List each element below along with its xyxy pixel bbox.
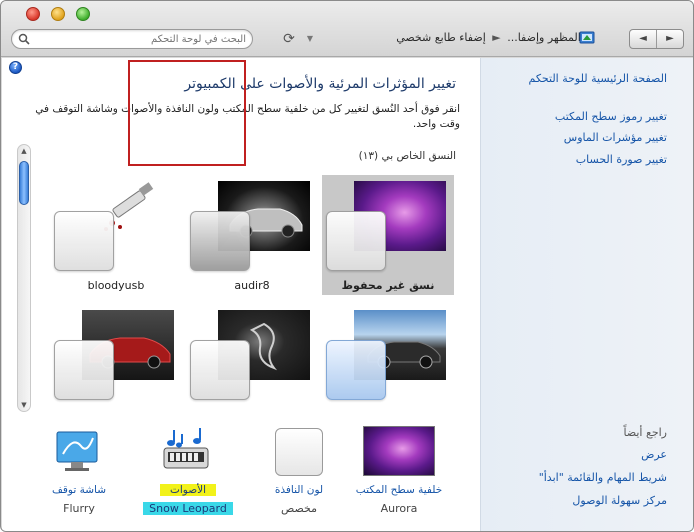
theme-settings-bar: خلفية سطح المكتب Aurora لون النافذة مخصص	[2, 414, 480, 531]
theme-item-4[interactable]	[322, 304, 454, 424]
window-color-setting[interactable]: لون النافذة مخصص	[244, 420, 354, 520]
refresh-icon[interactable]: ⟳	[281, 32, 297, 46]
theme-name: bloodyusb	[87, 279, 145, 292]
setting-value: Flurry	[63, 502, 95, 515]
wallpaper-thumbnail-icon	[363, 426, 435, 476]
setting-label[interactable]: شاشة توقف	[24, 484, 134, 496]
sidebar-link-control-panel-home[interactable]: الصفحة الرئيسية للوحة التحكم	[529, 72, 667, 85]
screensaver-icon	[56, 431, 98, 471]
sidebar-link-account-picture[interactable]: تغيير صورة الحساب	[576, 153, 667, 166]
control-panel-window: ⟳ ▼ « المظهر وإضفا... ► إضفاء طابع شخصي …	[0, 0, 694, 532]
sounds-selection-box	[128, 60, 246, 166]
sidebar-link-mouse-pointers[interactable]: تغيير مؤشرات الماوس	[564, 131, 667, 144]
setting-label[interactable]: خلفية سطح المكتب	[344, 484, 454, 496]
sounds-label-highlight: الأصوات	[159, 484, 217, 496]
control-panel-icon	[579, 31, 595, 44]
theme-window-color-preview	[54, 340, 114, 400]
setting-value: Aurora	[380, 502, 418, 515]
sounds-icon	[163, 428, 209, 469]
breadcrumb-separator: ►	[492, 31, 501, 44]
scroll-thumb[interactable]	[19, 161, 29, 205]
theme-item-6[interactable]	[50, 304, 182, 424]
search-box[interactable]	[11, 29, 253, 49]
sidebar-link-ease-of-access[interactable]: مركز سهولة الوصول	[572, 494, 667, 507]
sidebar-link-desktop-icons[interactable]: تغيير رموز سطح المكتب	[555, 110, 667, 123]
scroll-down-arrow-icon[interactable]: ▼	[20, 401, 28, 409]
themes-scrollbar[interactable]: ▲ ▼	[17, 144, 31, 412]
search-icon	[18, 33, 30, 45]
theme-window-color-preview	[326, 340, 386, 400]
setting-label[interactable]: الأصوات	[133, 484, 243, 496]
sidebar: الصفحة الرئيسية للوحة التحكم تغيير رموز …	[480, 58, 693, 531]
setting-label[interactable]: لون النافذة	[244, 484, 354, 496]
theme-item-audir8[interactable]: audir8	[186, 175, 318, 295]
theme-item-bloodyusb[interactable]: bloodyusb	[50, 175, 182, 295]
scroll-up-arrow-icon[interactable]: ▲	[20, 147, 28, 155]
breadcrumb-item-appearance[interactable]: المظهر وإضفا...	[507, 31, 581, 44]
setting-value: Snow Leopard	[133, 502, 243, 515]
breadcrumb-item-personalization[interactable]: إضفاء طابع شخصي	[396, 31, 486, 44]
breadcrumb: « المظهر وإضفا... ► إضفاء طابع شخصي	[341, 31, 591, 47]
theme-name: audir8	[234, 279, 270, 292]
maximize-button[interactable]	[76, 7, 90, 21]
theme-window-color-preview	[190, 211, 250, 271]
back-button[interactable]: ◄	[630, 30, 657, 48]
see-also-heading: راجع أيضاً	[623, 426, 667, 439]
title-bar: ⟳ ▼ « المظهر وإضفا... ► إضفاء طابع شخصي …	[1, 1, 693, 57]
search-input[interactable]	[34, 32, 246, 46]
close-button[interactable]	[26, 7, 40, 21]
theme-window-color-preview	[326, 211, 386, 271]
theme-window-color-preview	[190, 340, 250, 400]
theme-item-5[interactable]	[186, 304, 318, 424]
theme-window-color-preview	[54, 211, 114, 271]
recent-pages-dropdown[interactable]: ▼	[305, 34, 315, 44]
sounds-value-highlight: Snow Leopard	[143, 502, 233, 515]
sidebar-link-taskbar[interactable]: شريط المهام والقائمة "ابدأ"	[539, 471, 667, 484]
sidebar-link-display[interactable]: عرض	[641, 448, 667, 461]
help-icon[interactable]: ?	[9, 61, 22, 74]
desktop-background-setting[interactable]: خلفية سطح المكتب Aurora	[344, 420, 454, 520]
window-color-swatch-icon	[275, 428, 323, 476]
theme-name: نسق غير محفوظ	[341, 279, 435, 292]
theme-item-unsaved[interactable]: نسق غير محفوظ	[322, 175, 454, 295]
screensaver-setting[interactable]: شاشة توقف Flurry	[24, 420, 134, 520]
sounds-setting[interactable]: الأصوات Snow Leopard	[133, 420, 243, 520]
setting-value: مخصص	[280, 502, 317, 515]
navigation-buttons: ◄ ►	[629, 29, 684, 49]
forward-button[interactable]: ►	[657, 30, 683, 48]
theme-group-label: النسق الخاص بي (١٣)	[358, 150, 456, 162]
minimize-button[interactable]	[51, 7, 65, 21]
